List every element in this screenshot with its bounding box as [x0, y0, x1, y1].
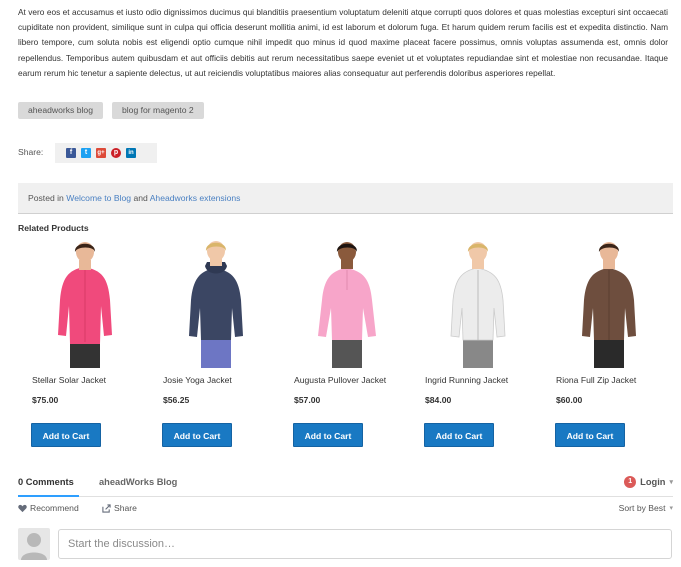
add-to-cart-button[interactable]: Add to Cart [555, 423, 625, 447]
share-icon [102, 503, 111, 513]
posted-conjunction: and [133, 193, 148, 203]
product-image[interactable] [417, 240, 537, 370]
product-price: $57.00 [294, 395, 321, 405]
tab-community[interactable]: aheadWorks Blog [99, 472, 177, 492]
recommend-label: Recommend [30, 503, 79, 513]
add-to-cart-button[interactable]: Add to Cart [162, 423, 232, 447]
facebook-icon[interactable]: f [66, 148, 76, 158]
product-image[interactable] [24, 240, 144, 370]
product-name[interactable]: Riona Full Zip Jacket [556, 375, 636, 385]
user-placeholder-icon [21, 533, 47, 560]
notification-badge[interactable]: 1 [624, 476, 637, 488]
chevron-down-icon: ▾ [669, 505, 673, 512]
product-name[interactable]: Ingrid Running Jacket [425, 375, 508, 385]
share-buttons: f t g+ p in [55, 143, 157, 163]
login-menu[interactable]: 1 Login ▾ [624, 476, 673, 488]
share-label: Share: [18, 147, 44, 157]
tag-aheadworks-blog[interactable]: aheadworks blog [18, 102, 103, 119]
product-image[interactable] [155, 240, 275, 370]
product-image[interactable] [286, 240, 406, 370]
related-products-title: Related Products [18, 223, 89, 233]
share-label: Share [114, 503, 137, 513]
tag-blog-for-magento-2[interactable]: blog for magento 2 [111, 102, 204, 119]
chevron-down-icon[interactable]: ▾ [669, 478, 673, 486]
sort-label: Sort by Best [618, 503, 666, 513]
posted-in-bar: Posted in Welcome to Blog and Aheadworks… [18, 183, 673, 214]
product-image[interactable] [548, 240, 668, 370]
linkedin-icon[interactable]: in [126, 148, 136, 158]
twitter-icon[interactable]: t [81, 148, 91, 158]
category-link-extensions[interactable]: Aheadworks extensions [150, 193, 241, 203]
login-label[interactable]: Login [640, 477, 665, 487]
article-body: At vero eos et accusamus et iusto odio d… [18, 7, 668, 78]
product-name[interactable]: Augusta Pullover Jacket [294, 375, 386, 385]
share-discussion-button[interactable]: Share [102, 503, 137, 513]
comment-actions: Recommend Share Sort by Best ▾ [18, 503, 673, 517]
product-price: $56.25 [163, 395, 190, 405]
comments-tabs: 0 Comments aheadWorks Blog 1 Login ▾ [18, 472, 673, 497]
product-name[interactable]: Stellar Solar Jacket [32, 375, 106, 385]
recommend-button[interactable]: Recommend [18, 503, 79, 513]
heart-icon [18, 504, 27, 512]
tag-list: aheadworks blog blog for magento 2 [18, 102, 204, 119]
related-products-list: Stellar Solar Jacket $75.00 Add to Cart … [0, 240, 681, 455]
product-price: $60.00 [556, 395, 583, 405]
posted-prefix: Posted in [28, 193, 64, 203]
add-to-cart-button[interactable]: Add to Cart [424, 423, 494, 447]
product-name[interactable]: Josie Yoga Jacket [163, 375, 232, 385]
pinterest-icon[interactable]: p [111, 148, 121, 158]
product-price: $84.00 [425, 395, 452, 405]
add-to-cart-button[interactable]: Add to Cart [293, 423, 363, 447]
add-to-cart-button[interactable]: Add to Cart [31, 423, 101, 447]
avatar [18, 528, 50, 560]
sort-dropdown[interactable]: Sort by Best ▾ [619, 503, 673, 513]
category-link-welcome[interactable]: Welcome to Blog [66, 193, 131, 203]
product-price: $75.00 [32, 395, 59, 405]
google-plus-icon[interactable]: g+ [96, 148, 106, 158]
tab-comments[interactable]: 0 Comments [18, 472, 79, 497]
comment-input[interactable]: Start the discussion… [58, 529, 672, 559]
